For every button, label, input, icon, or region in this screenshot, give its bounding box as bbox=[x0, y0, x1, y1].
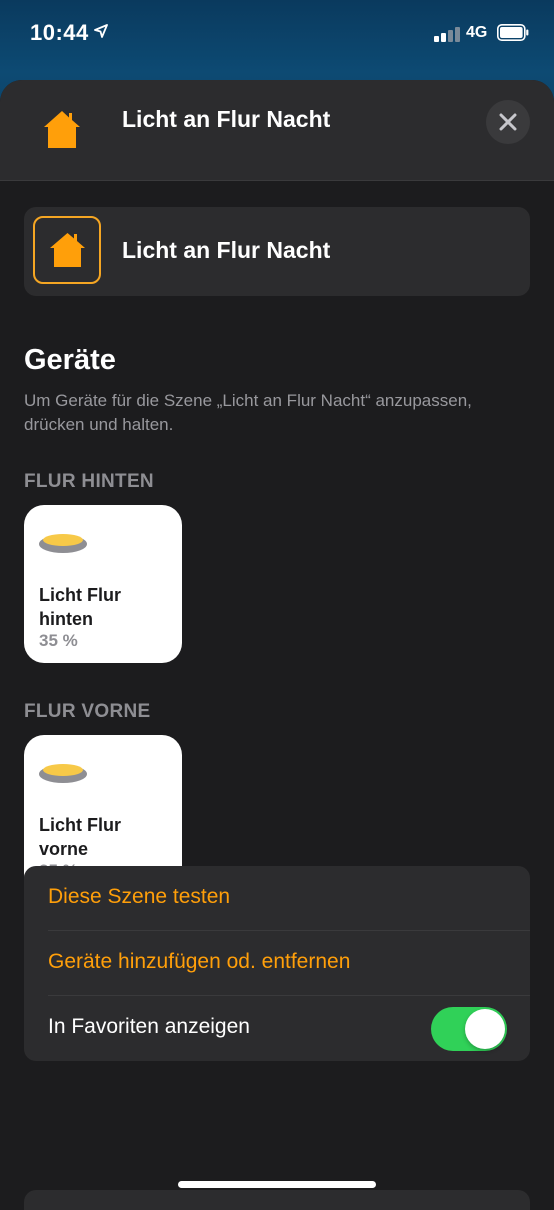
device-name: Licht Flur vorne bbox=[39, 815, 121, 859]
location-arrow-icon bbox=[94, 24, 108, 38]
home-icon bbox=[50, 233, 85, 267]
group-label-flur-vorne: FLUR VORNE bbox=[24, 701, 151, 722]
close-button[interactable] bbox=[486, 100, 530, 144]
favorites-row: In Favoriten anzeigen bbox=[24, 996, 530, 1061]
test-scene-button[interactable]: Diese Szene testen bbox=[24, 866, 530, 931]
favorites-toggle[interactable] bbox=[431, 1007, 507, 1051]
network-type: 4G bbox=[466, 24, 488, 41]
header-title: Licht an Flur Nacht bbox=[122, 106, 331, 132]
status-time: 10:44 bbox=[30, 20, 89, 45]
ceiling-light-icon bbox=[39, 764, 87, 783]
scene-icon-button[interactable] bbox=[33, 216, 101, 284]
cellular-signal-icon bbox=[434, 26, 462, 42]
sheet-header: Licht an Flur Nacht bbox=[0, 80, 554, 181]
status-bar: 10:44 4G bbox=[0, 0, 554, 70]
device-name: Licht Flur hinten bbox=[39, 585, 121, 629]
scene-card[interactable]: Licht an Flur Nacht bbox=[24, 207, 530, 296]
devices-section-title: Geräte bbox=[24, 344, 116, 376]
ceiling-light-icon bbox=[39, 534, 87, 553]
devices-section-description: Um Geräte für die Szene „Licht an Flur N… bbox=[24, 391, 472, 434]
device-value: 35 % bbox=[39, 631, 78, 650]
scene-actions-list: Diese Szene testen Geräte hinzufügen od.… bbox=[24, 866, 530, 1061]
favorites-label: In Favoriten anzeigen bbox=[48, 1015, 250, 1038]
close-icon bbox=[499, 113, 517, 131]
group-label-flur-hinten: FLUR HINTEN bbox=[24, 471, 154, 492]
home-icon bbox=[44, 111, 80, 148]
scene-name: Licht an Flur Nacht bbox=[122, 237, 331, 263]
next-section-peek bbox=[24, 1190, 530, 1210]
home-indicator[interactable] bbox=[178, 1181, 376, 1188]
toggle-knob bbox=[465, 1009, 505, 1049]
add-remove-devices-button[interactable]: Geräte hinzufügen od. entfernen bbox=[24, 931, 530, 996]
battery-icon bbox=[497, 24, 529, 41]
test-scene-label: Diese Szene testen bbox=[48, 885, 231, 908]
add-remove-devices-label: Geräte hinzufügen od. entfernen bbox=[48, 950, 351, 973]
device-tile-licht-flur-hinten[interactable]: Licht Flur hinten 35 % bbox=[24, 505, 182, 663]
